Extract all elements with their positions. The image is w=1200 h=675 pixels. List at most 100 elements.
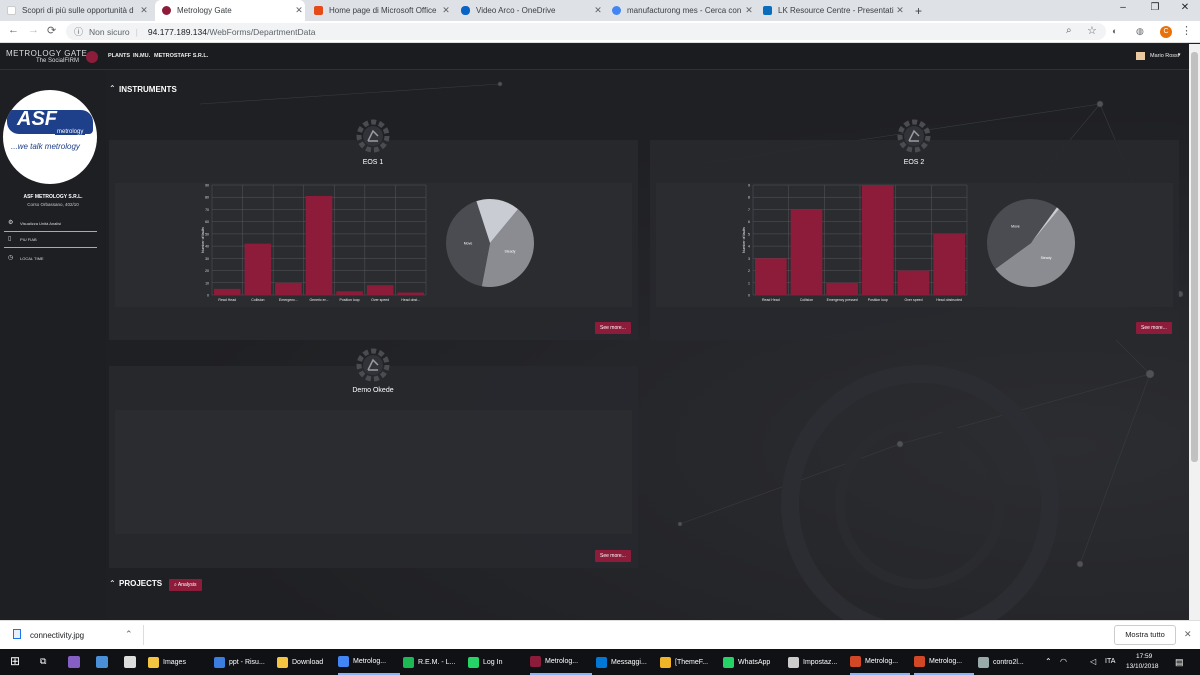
onedrive-icon — [461, 6, 470, 15]
taskbar-app[interactable]: Images — [148, 649, 208, 675]
see-more-button-demo-okede[interactable]: See more... — [595, 550, 631, 562]
bar[interactable] — [897, 270, 930, 295]
clock-date[interactable]: 13/10/2018 — [1126, 663, 1159, 670]
y-tick-label: 50 — [205, 232, 209, 236]
taskbar-app[interactable]: Log In — [468, 649, 526, 675]
extension-2-icon[interactable]: ◍ — [1136, 26, 1144, 37]
tray-chevron-icon[interactable]: ⌃ — [1045, 657, 1052, 666]
close-icon[interactable]: ✕ — [743, 5, 755, 16]
bar[interactable] — [826, 282, 858, 295]
see-more-button-eos1[interactable]: See more... — [595, 322, 631, 334]
address-bar[interactable]: ⓘ Non sicuro | 94.177.189.134 /WebForms/… — [66, 23, 1106, 40]
bar[interactable] — [336, 291, 363, 295]
projects-header[interactable]: PROJECTS — [119, 579, 162, 588]
language-indicator[interactable]: ITA — [1105, 658, 1115, 665]
menu-item-piu-fiab[interactable]: PIU FIAB — [20, 237, 37, 242]
tab-onedrive[interactable]: Video Arco - OneDrive ✕ — [454, 0, 604, 21]
see-more-button-eos2[interactable]: See more... — [1136, 322, 1172, 334]
taskbar-app[interactable]: WhatsApp — [723, 649, 785, 675]
menu-dots-icon[interactable]: ⋮ — [1181, 24, 1192, 37]
menu-item-local-time[interactable]: LOCAL TIME — [20, 256, 44, 261]
taskbar-app[interactable]: Metrolog... — [530, 649, 592, 675]
windows-taskbar: ⊞ ⧉ Images ppt - Risu... Download Metrolog.… — [0, 649, 1200, 675]
y-tick-label: 9 — [748, 184, 750, 188]
bar[interactable] — [862, 185, 894, 295]
not-secure-label: Non sicuro — [89, 26, 130, 37]
scrollbar-thumb[interactable] — [1191, 52, 1198, 462]
visual-studio-icon[interactable] — [68, 656, 80, 668]
tab-scopri[interactable]: Scopri di più sulle opportunità d ✕ — [0, 0, 150, 21]
windows-start-icon[interactable]: ⊞ — [10, 655, 22, 667]
bar[interactable] — [275, 282, 302, 295]
taskbar-app[interactable]: R.E.M. - L... — [403, 649, 465, 675]
tab-office[interactable]: Home page di Microsoft Office ✕ — [307, 0, 452, 21]
nav-plants[interactable]: PLANTS — [108, 53, 130, 59]
taskbar-app[interactable]: Messaggi... — [596, 649, 656, 675]
chevron-down-icon[interactable]: ▾ — [1178, 52, 1181, 58]
x-tick-label: Generic er... — [309, 298, 328, 302]
y-tick-label: 0 — [207, 294, 209, 298]
close-icon[interactable]: ✕ — [592, 5, 604, 16]
instruments-header[interactable]: INSTRUMENTS — [119, 85, 177, 94]
taskbar-app[interactable]: Metrolog... — [338, 649, 400, 675]
bar[interactable] — [790, 209, 823, 295]
notification-icon[interactable]: ▤ — [1175, 657, 1184, 668]
app-icon — [338, 655, 349, 667]
user-menu[interactable]: Mario Rossi — [1150, 53, 1179, 59]
volume-icon[interactable]: ◁ — [1090, 657, 1096, 666]
close-icon[interactable]: ✕ — [138, 5, 150, 16]
clock-time[interactable]: 17:59 — [1136, 653, 1152, 660]
forward-icon[interactable]: → — [28, 24, 39, 36]
chevron-up-icon[interactable]: ⌃ — [125, 629, 133, 640]
taskbar-app-label: Metrolog... — [545, 657, 579, 665]
restore-button[interactable]: ❐ — [1140, 2, 1170, 13]
profile-avatar[interactable]: C — [1160, 26, 1172, 38]
browser-tab-bar: Scopri di più sulle opportunità d ✕ Metr… — [0, 0, 1200, 21]
nav-metrostaff[interactable]: METROSTAFF S.R.L. — [154, 53, 208, 59]
network-icon[interactable]: ◠ — [1060, 657, 1067, 666]
show-all-button[interactable]: Mostra tutto — [1114, 625, 1176, 645]
analysis-button[interactable]: ⌕ Analysis — [169, 579, 202, 591]
taskbar-app[interactable]: Download — [277, 649, 335, 675]
close-icon[interactable]: ✕ — [293, 5, 305, 16]
extension-icon[interactable]: ◐ — [1112, 26, 1117, 36]
zoom-icon[interactable]: ⌕ — [1066, 25, 1072, 36]
collapse-chevron-icon[interactable]: ⌃ — [109, 579, 116, 588]
close-icon[interactable]: ✕ — [440, 5, 452, 16]
app-icon[interactable] — [96, 656, 108, 668]
info-icon[interactable]: ⓘ — [74, 25, 83, 38]
app-icon[interactable] — [124, 656, 136, 668]
y-tick-label: 3 — [748, 257, 750, 261]
url-path: /WebForms/DepartmentData — [206, 26, 316, 37]
nav-inmu[interactable]: IN.MU. — [133, 53, 150, 59]
tab-metrology-gate[interactable]: Metrology Gate ✕ — [155, 0, 305, 21]
taskbar-app[interactable]: contro2l... — [978, 649, 1038, 675]
bar[interactable] — [214, 288, 241, 295]
close-icon[interactable]: ✕ — [1184, 629, 1192, 640]
bar[interactable] — [755, 258, 787, 295]
menu-item-units[interactable]: Visualizza Unità Analisi — [20, 221, 61, 226]
tab-lk-resource[interactable]: LK Resource Centre - Presentati ✕ — [756, 0, 906, 21]
minimize-button[interactable]: – — [1108, 2, 1138, 13]
reload-icon[interactable]: ⟳ — [47, 24, 56, 37]
bar[interactable] — [397, 292, 424, 295]
new-tab-button[interactable]: + — [908, 0, 928, 21]
close-icon[interactable]: ✕ — [894, 5, 906, 16]
bar[interactable] — [244, 243, 272, 295]
task-view-icon[interactable]: ⧉ — [40, 656, 46, 667]
taskbar-app[interactable]: [ThemeF... — [660, 649, 720, 675]
taskbar-app[interactable]: Impostaz... — [788, 649, 848, 675]
bar[interactable] — [366, 285, 394, 295]
app-icon — [660, 656, 671, 668]
collapse-chevron-icon[interactable]: ⌃ — [109, 84, 116, 93]
taskbar-app[interactable]: Metrolog... — [850, 649, 910, 675]
download-filename[interactable]: connectivity.jpg — [30, 631, 84, 640]
tab-google-search[interactable]: manufacturong mes - Cerca con ✕ — [605, 0, 755, 21]
taskbar-app[interactable]: Metrolog... — [914, 649, 974, 675]
bar[interactable] — [933, 233, 965, 295]
back-icon[interactable]: ← — [8, 24, 19, 36]
taskbar-app[interactable]: ppt - Risu... — [214, 649, 272, 675]
star-icon[interactable]: ☆ — [1087, 24, 1097, 37]
close-window-button[interactable]: ✕ — [1170, 2, 1200, 13]
bar[interactable] — [305, 196, 333, 295]
